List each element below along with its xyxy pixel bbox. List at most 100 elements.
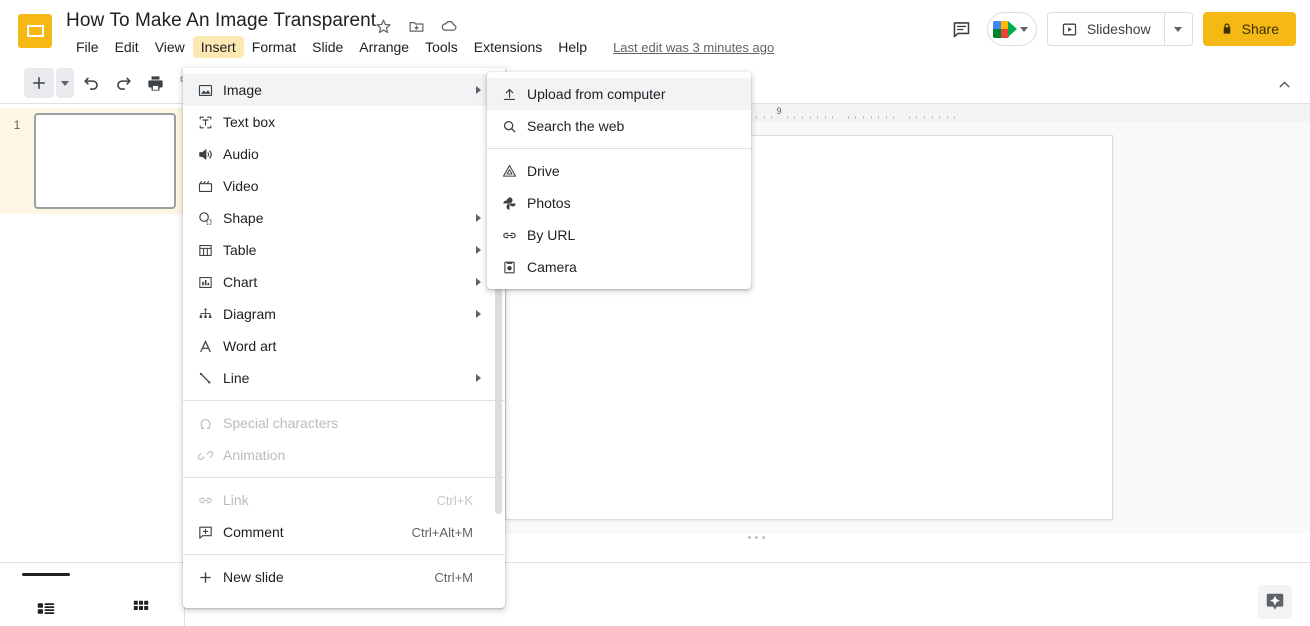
collapse-toolbar-button[interactable] — [1270, 70, 1298, 98]
menu-bar: File Edit View Insert Format Slide Arran… — [68, 36, 774, 58]
submenu-item-search-the-web[interactable]: Search the web — [487, 110, 751, 142]
slideshow-dropdown-button[interactable] — [1165, 13, 1192, 45]
menu-item-label: Link — [223, 492, 437, 508]
notes-drag-handle[interactable] — [748, 536, 765, 539]
ruler-tick — [764, 116, 765, 119]
menu-item-label: Shape — [223, 210, 505, 226]
menu-item-table[interactable]: Table — [183, 234, 505, 266]
menu-help[interactable]: Help — [550, 36, 595, 58]
print-button[interactable] — [140, 68, 170, 98]
menu-item-line[interactable]: Line — [183, 362, 505, 394]
google-meet-icon[interactable] — [987, 12, 1037, 46]
move-to-folder-icon[interactable] — [406, 16, 426, 36]
slides-logo-icon — [18, 14, 52, 48]
animation-icon — [197, 447, 223, 464]
submenu-item-camera[interactable]: Camera — [487, 251, 751, 283]
menu-arrange[interactable]: Arrange — [351, 36, 417, 58]
ruler-tick — [916, 116, 917, 119]
submenu-item-photos[interactable]: Photos — [487, 187, 751, 219]
menu-insert[interactable]: Insert — [193, 36, 244, 58]
title-action-icons — [373, 16, 459, 36]
ruler-tick — [954, 116, 955, 119]
menu-item-chart[interactable]: Chart — [183, 266, 505, 298]
menu-item-label: Line — [223, 370, 505, 386]
insert-menu-popup[interactable]: Image Text box Audio — [183, 68, 505, 608]
submenu-item-drive[interactable]: Drive — [487, 155, 751, 187]
link-icon — [197, 492, 223, 509]
menu-item-comment[interactable]: Comment Ctrl+Alt+M — [183, 516, 505, 548]
menu-item-new-slide[interactable]: New slide Ctrl+M — [183, 561, 505, 593]
last-edit-link[interactable]: Last edit was 3 minutes ago — [613, 40, 774, 55]
submenu-item-label: Upload from computer — [527, 86, 751, 102]
search-icon — [501, 118, 527, 135]
submenu-arrow-icon — [476, 246, 481, 254]
ruler-tick — [878, 116, 879, 119]
word-art-icon — [197, 338, 223, 355]
ruler-tick — [794, 116, 795, 119]
shape-icon — [197, 210, 223, 227]
image-icon — [197, 82, 223, 99]
plus-icon — [197, 569, 223, 586]
new-slide-button[interactable] — [24, 68, 54, 98]
menu-item-label: Word art — [223, 338, 505, 354]
audio-icon — [197, 146, 223, 163]
slideshow-button[interactable]: Slideshow — [1048, 13, 1164, 45]
menu-item-label: Video — [223, 178, 505, 194]
share-label: Share — [1242, 21, 1279, 37]
ruler-tick — [832, 116, 833, 119]
submenu-arrow-icon — [476, 310, 481, 318]
menu-item-link: Link Ctrl+K — [183, 484, 505, 516]
page-title[interactable]: How To Make An Image Transparent — [66, 10, 376, 32]
submenu-item-by-url[interactable]: By URL — [487, 219, 751, 251]
menu-item-shape[interactable]: Shape — [183, 202, 505, 234]
line-icon — [197, 370, 223, 387]
slide-filmstrip-panel: 1 — [0, 104, 184, 562]
menu-item-label: Comment — [223, 524, 412, 540]
filmstrip-view-icon[interactable] — [31, 595, 61, 621]
top-bar: How To Make An Image Transparent File — [0, 0, 1310, 62]
menu-slide[interactable]: Slide — [304, 36, 351, 58]
submenu-divider — [487, 148, 751, 149]
text-box-icon — [197, 114, 223, 131]
slide-preview[interactable] — [34, 113, 176, 209]
slideshow-label: Slideshow — [1087, 21, 1151, 37]
menu-extensions[interactable]: Extensions — [466, 36, 550, 58]
cloud-saved-icon[interactable] — [439, 16, 459, 36]
explore-button[interactable] — [1258, 585, 1292, 619]
menu-item-diagram[interactable]: Diagram — [183, 298, 505, 330]
menu-item-text-box[interactable]: Text box — [183, 106, 505, 138]
menu-divider — [183, 400, 505, 401]
menu-item-special-characters: Special characters — [183, 407, 505, 439]
undo-button[interactable] — [76, 68, 106, 98]
menu-view[interactable]: View — [147, 36, 193, 58]
menu-edit[interactable]: Edit — [107, 36, 147, 58]
share-button[interactable]: Share — [1203, 12, 1296, 46]
menu-format[interactable]: Format — [244, 36, 304, 58]
redo-button[interactable] — [108, 68, 138, 98]
ruler-tick — [848, 116, 849, 119]
link-icon — [501, 227, 527, 244]
menu-item-word-art[interactable]: Word art — [183, 330, 505, 362]
menu-divider — [183, 554, 505, 555]
menu-item-audio[interactable]: Audio — [183, 138, 505, 170]
menu-item-label: Text box — [223, 114, 505, 130]
upload-icon — [501, 86, 527, 103]
image-submenu-popup[interactable]: Upload from computer Search the web Driv… — [487, 72, 751, 289]
comment-history-icon[interactable] — [947, 14, 977, 44]
active-view-indicator — [22, 573, 70, 576]
slide-number: 1 — [0, 108, 34, 214]
ruler-tick — [863, 116, 864, 119]
grid-view-icon[interactable] — [126, 595, 156, 621]
menu-item-image[interactable]: Image — [183, 74, 505, 106]
submenu-item-label: Drive — [527, 163, 751, 179]
slide-thumbnail-1[interactable]: 1 — [0, 108, 184, 214]
new-slide-dropdown[interactable] — [56, 68, 74, 98]
chevron-down-icon — [1174, 27, 1182, 32]
video-icon — [197, 178, 223, 195]
menu-file[interactable]: File — [68, 36, 107, 58]
chevron-down-icon — [1020, 27, 1028, 32]
star-icon[interactable] — [373, 16, 393, 36]
menu-item-video[interactable]: Video — [183, 170, 505, 202]
menu-tools[interactable]: Tools — [417, 36, 466, 58]
submenu-item-upload-from-computer[interactable]: Upload from computer — [487, 78, 751, 110]
